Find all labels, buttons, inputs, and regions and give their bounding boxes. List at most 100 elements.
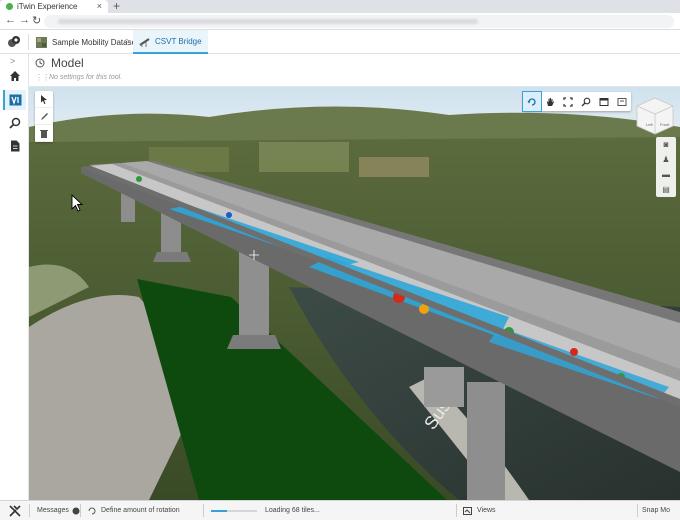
heatmap-hotspot bbox=[570, 348, 578, 356]
delete-tool-button[interactable] bbox=[35, 125, 53, 142]
tile-progress-fill bbox=[211, 509, 228, 512]
back-button[interactable]: ← bbox=[5, 14, 16, 26]
prompt-rotate-icon bbox=[88, 507, 96, 514]
panel-title: Model bbox=[35, 56, 84, 70]
window-icon bbox=[599, 97, 609, 106]
status-bar: Messages Define amount of rotation Loadi… bbox=[0, 500, 680, 520]
model-panel-header: Model ⋮⋮ No settings for this tool. bbox=[29, 54, 680, 87]
forward-button[interactable]: → bbox=[19, 14, 30, 26]
sidebar-item-documents[interactable] bbox=[3, 136, 26, 156]
sheet-tool-button[interactable]: ▤ bbox=[656, 182, 676, 197]
new-tab-button[interactable]: + bbox=[113, 0, 120, 13]
bridge-pier bbox=[467, 382, 505, 500]
pier-footing bbox=[153, 252, 191, 262]
rotate-view-button[interactable] bbox=[522, 91, 542, 112]
tile-loading-status: Loading 68 tiles... bbox=[211, 501, 320, 520]
bridge-pier-cap bbox=[424, 367, 464, 407]
snap-mode-button[interactable]: Snap Mo bbox=[642, 501, 670, 520]
tile-progress-bar bbox=[211, 509, 257, 512]
view-options-icon bbox=[617, 97, 627, 106]
breadcrumb-chevron-icon: > bbox=[125, 36, 131, 46]
app-header: Sample Mobility Dataset > CSVT Bridge bbox=[0, 30, 680, 54]
address-bar: ← → ↻ bbox=[0, 13, 680, 30]
tools-icon bbox=[8, 504, 21, 517]
pier-footing bbox=[227, 335, 281, 349]
window-area-button[interactable] bbox=[595, 92, 613, 111]
views-icon bbox=[463, 506, 472, 515]
hand-icon bbox=[547, 97, 554, 106]
panel-title-label: Model bbox=[51, 56, 84, 70]
home-icon bbox=[9, 71, 20, 81]
sheet-icon: ▤ bbox=[662, 185, 670, 194]
tools-button[interactable] bbox=[0, 501, 29, 520]
url-text-blurred bbox=[58, 19, 478, 24]
pencil-icon bbox=[40, 112, 48, 120]
status-divider bbox=[29, 504, 30, 517]
drag-handle-icon[interactable]: ⋮⋮ bbox=[35, 73, 50, 82]
url-field[interactable] bbox=[44, 15, 674, 28]
heatmap-hotspot bbox=[226, 212, 232, 218]
walk-icon: ♟ bbox=[662, 155, 670, 164]
itwin-logo-icon[interactable] bbox=[6, 34, 22, 50]
messages-label: Messages bbox=[37, 507, 69, 514]
pointer-icon bbox=[41, 94, 47, 104]
navcube-left-face[interactable]: Left bbox=[646, 122, 654, 127]
browser-tab[interactable]: iTwin Experience × bbox=[0, 0, 108, 13]
walk-tool-button[interactable]: ♟ bbox=[656, 152, 676, 167]
panel-note: No settings for this tool. bbox=[49, 74, 123, 81]
rotate-icon bbox=[527, 97, 536, 106]
zoom-icon bbox=[581, 97, 591, 106]
status-divider bbox=[637, 504, 638, 517]
sidebar-item-model[interactable] bbox=[3, 90, 26, 110]
field-patch bbox=[359, 157, 429, 177]
status-divider bbox=[456, 504, 457, 517]
sidebar-item-home[interactable] bbox=[3, 66, 26, 86]
status-divider bbox=[80, 504, 81, 517]
itwin-favicon-icon bbox=[6, 3, 13, 10]
mouse-cursor-icon bbox=[71, 194, 83, 212]
snap-mode-label: Snap Mo bbox=[642, 507, 671, 514]
navigation-toolbar bbox=[522, 91, 631, 112]
fit-view-button[interactable] bbox=[559, 92, 577, 111]
close-tab-icon[interactable]: × bbox=[97, 1, 102, 11]
zoom-view-button[interactable] bbox=[577, 92, 595, 111]
header-divider bbox=[28, 34, 29, 50]
tool-prompt: Define amount of rotation bbox=[88, 501, 180, 520]
browser-tabstrip: iTwin Experience × + bbox=[0, 0, 680, 13]
tool-prompt-label: Define amount of rotation bbox=[101, 507, 180, 514]
model-icon bbox=[9, 94, 22, 106]
browser-tab-title: iTwin Experience bbox=[17, 2, 78, 11]
views-label: Views bbox=[477, 507, 496, 514]
camera-tool-button[interactable]: ◙ bbox=[656, 137, 676, 152]
bridge-icon bbox=[139, 37, 150, 47]
navigation-cube[interactable]: Left Front bbox=[635, 96, 675, 136]
heatmap-hotspot bbox=[136, 176, 142, 182]
breadcrumb-bridge[interactable]: CSVT Bridge bbox=[133, 30, 208, 54]
field-patch bbox=[259, 142, 349, 172]
search-icon bbox=[8, 117, 20, 129]
document-icon bbox=[10, 140, 19, 152]
measure-tool-button[interactable] bbox=[35, 108, 53, 125]
messages-button[interactable]: Messages bbox=[37, 501, 80, 520]
right-tool-strip: ◙ ♟ ▬ ▤ bbox=[656, 137, 676, 197]
reload-button[interactable]: ↻ bbox=[32, 14, 41, 27]
breadcrumb-bridge-label: CSVT Bridge bbox=[155, 36, 202, 46]
views-button[interactable]: Views bbox=[463, 501, 496, 520]
sidebar-expand-icon[interactable]: > bbox=[10, 56, 15, 66]
layer-icon: ▬ bbox=[662, 170, 670, 179]
clock-icon bbox=[35, 58, 45, 68]
toggle-layer-button[interactable]: ▬ bbox=[656, 167, 676, 182]
camera-icon: ◙ bbox=[663, 140, 669, 149]
message-bubble-icon bbox=[72, 507, 80, 514]
sidebar-item-search[interactable] bbox=[3, 113, 26, 133]
navcube-front-face[interactable]: Front bbox=[660, 122, 670, 127]
trash-icon bbox=[40, 129, 48, 138]
select-tool-button[interactable] bbox=[35, 91, 53, 108]
3d-viewport[interactable]: Sus Left Front ◙ ♟ ▬ ▤ bbox=[29, 87, 680, 500]
view-options-button[interactable] bbox=[613, 92, 631, 111]
fit-view-icon bbox=[563, 96, 573, 107]
left-sidebar: > bbox=[0, 54, 29, 500]
pan-view-button[interactable] bbox=[541, 92, 559, 111]
breadcrumb-dataset[interactable]: Sample Mobility Dataset bbox=[36, 30, 138, 54]
bridge-scene: Sus bbox=[29, 87, 680, 500]
